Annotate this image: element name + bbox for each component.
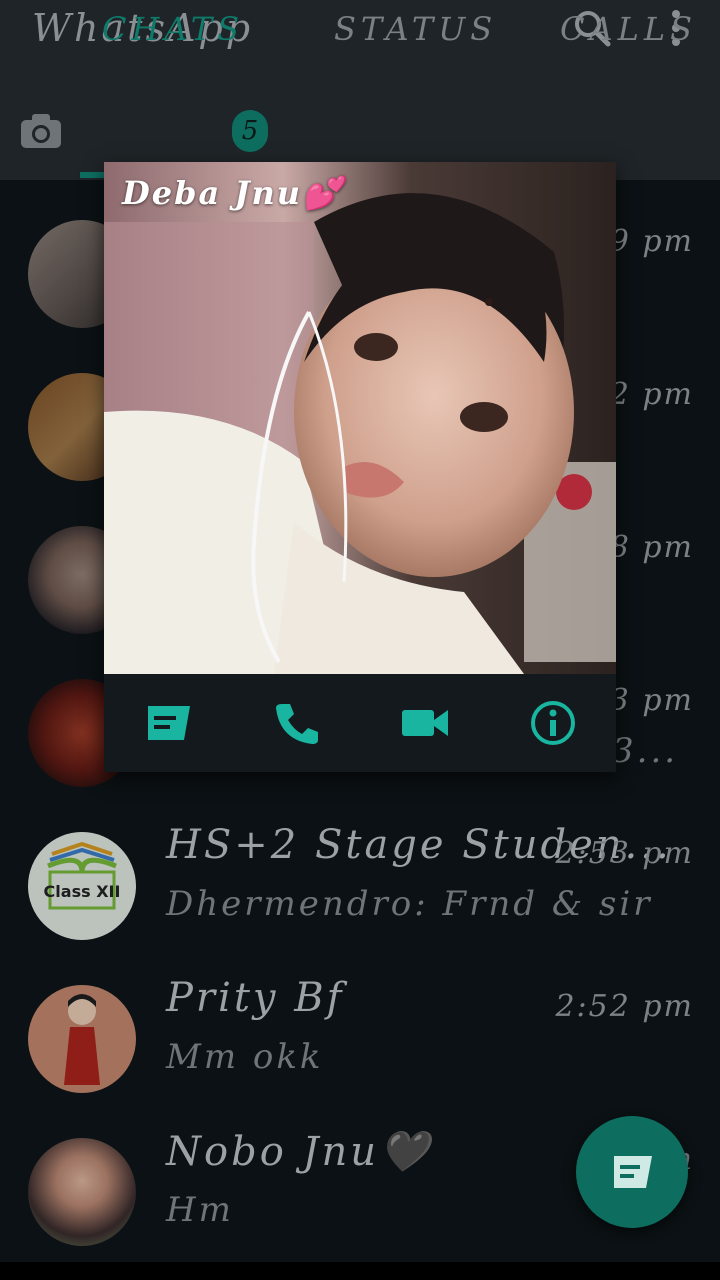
app-bar: WhatsApp CHATS 5 STATUS CALLS xyxy=(0,0,720,180)
cartoon-girl-icon xyxy=(64,994,100,1085)
chat-time: 2:52 pm xyxy=(555,989,694,1024)
chat-name: Prity Bf xyxy=(166,975,345,1021)
profile-popup: Deba Jnu💕 xyxy=(104,162,616,772)
system-nav-bar xyxy=(0,1262,720,1280)
tab-chats[interactable]: CHATS xyxy=(102,10,244,48)
avatar[interactable]: Class XII xyxy=(28,832,136,940)
chat-row[interactable]: Class XII HS+2 Stage Studen... Dhermendr… xyxy=(0,812,720,965)
popup-actions xyxy=(104,674,616,772)
profile-photo-image xyxy=(104,162,616,674)
chat-preview: 3... xyxy=(612,731,679,771)
avatar[interactable] xyxy=(28,1138,136,1246)
chat-name: Nobo Jnu🖤 xyxy=(166,1129,432,1175)
camera-icon[interactable] xyxy=(20,112,62,150)
tab-status[interactable]: STATUS xyxy=(334,10,497,48)
book-icon: Class XII xyxy=(44,841,121,910)
chat-icon xyxy=(614,1156,652,1188)
chat-row[interactable]: Prity Bf Mm okk 2:52 pm xyxy=(0,965,720,1118)
info-icon[interactable] xyxy=(528,698,578,748)
tab-calls[interactable]: CALLS xyxy=(560,10,697,48)
chat-preview: Dhermendro: Frnd & sir xyxy=(166,884,653,924)
profile-photo[interactable]: Deba Jnu💕 xyxy=(104,162,616,674)
unread-badge: 5 xyxy=(232,110,268,152)
chat-time: 2:53 pm xyxy=(555,836,694,871)
new-chat-button[interactable] xyxy=(576,1116,688,1228)
video-call-icon[interactable] xyxy=(400,698,450,748)
avatar-text: Class XII xyxy=(44,882,121,901)
avatar[interactable] xyxy=(28,985,136,1093)
popup-contact-name: Deba Jnu💕 xyxy=(122,174,344,212)
message-icon[interactable] xyxy=(144,698,194,748)
chat-preview: Hm xyxy=(166,1190,234,1230)
phone-icon[interactable] xyxy=(272,698,322,748)
chat-preview: Mm okk xyxy=(166,1037,324,1077)
